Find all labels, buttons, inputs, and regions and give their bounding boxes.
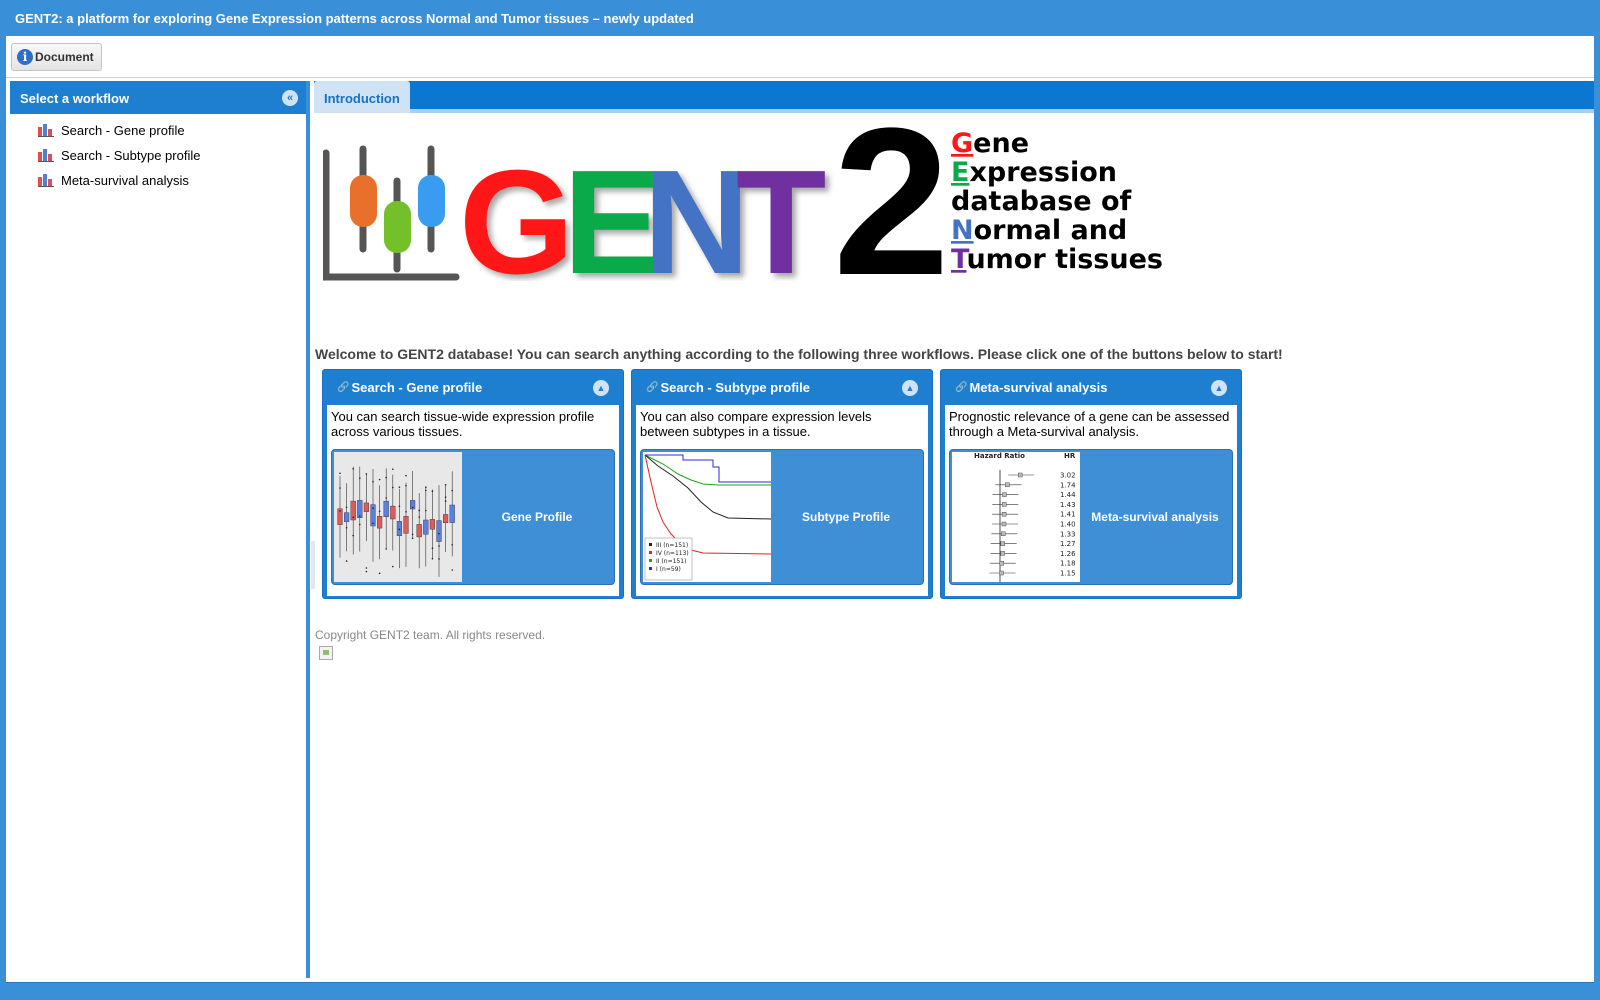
sidebar-item-gene-profile[interactable]: Search - Gene profile [10,118,306,143]
forest-estimate [1001,531,1006,537]
sidebar-item-label: Meta-survival analysis [61,173,189,188]
card-description: Prognostic relevance of a gene can be as… [949,409,1230,439]
document-button[interactable]: i Document [11,43,102,71]
button-label: Subtype Profile [801,510,890,524]
gent2-logo: G E N T 2 Gene Expression database of No… [323,121,1163,281]
copyright-text: Copyright GENT2 team. All rights reserve… [315,628,546,642]
button-label: Meta-survival analysis [1091,510,1219,524]
boxplot-thumbnail [334,452,462,582]
svg-text:II (n=151): II (n=151) [656,558,686,565]
card-header: 🔗 Meta-survival analysis ▲ [945,370,1237,405]
collapse-card-icon[interactable]: ▲ [902,380,918,396]
document-button-label: Document [35,50,94,64]
card-body: You can search tissue-wide expression pr… [327,405,619,596]
sidebar-item-label: Search - Subtype profile [61,148,201,163]
button-label: Gene Profile [501,510,573,524]
main-panel: Introduction G E N T 2 Gene Expression d… [314,81,1594,978]
card-description: You can also compare expression levels b… [640,409,872,439]
forest-hr-label: 1.26 [1060,550,1076,558]
forest-estimate [1001,512,1007,517]
tagline-line-4: Normal and [951,215,1127,246]
window-title: GENT2: a platform for exploring Gene Exp… [15,11,694,26]
logo-letter-2: 2 [833,121,950,281]
workflow-sidebar: Select a workflow « Search - Gene profil… [10,81,310,978]
card-title: Search - Subtype profile [660,380,810,395]
card-header: 🔗 Search - Subtype profile ▲ [636,370,928,405]
collapse-card-icon[interactable]: ▲ [1211,380,1227,396]
svg-text:IV (n=113): IV (n=113) [656,550,689,557]
sidebar-title: Select a workflow [20,91,130,106]
toolbar: i Document [6,36,1594,78]
logo-letter-g: G [459,140,574,281]
meta-survival-button[interactable]: Hazard Ratio HR 3.02 1.74 1.44 1.43 1.41 1.40… [949,449,1233,585]
svg-text:I (n=59): I (n=59) [656,566,681,573]
logo-letter-t: T [736,140,826,281]
bar-chart-icon [38,149,54,162]
forest-estimate [1002,492,1007,497]
forest-hr-label: 1.41 [1060,511,1076,519]
workflow-list: Search - Gene profile Search - Subtype p… [10,114,306,193]
collapse-sidebar-icon[interactable]: « [282,90,298,106]
svg-text:Hazard Ratio: Hazard Ratio [974,452,1025,460]
forest-estimate [999,560,1004,566]
card-gene-profile: 🔗 Search - Gene profile ▲ You can search… [322,369,624,599]
forest-estimate [1005,482,1010,487]
forest-hr-label: 1.74 [1060,481,1076,489]
forest-estimate [1000,551,1005,556]
forest-plot-thumbnail: Hazard Ratio HR 3.021.74 1.44 1.43 1.41 1.40… [952,452,1080,582]
tab-bar: Introduction [314,81,1594,113]
subtype-profile-button[interactable]: III (n=151) IV (n=113) II (n=151) I (n=5… [640,449,924,585]
svg-text:III (n=151): III (n=151) [656,542,688,549]
workflow-icon: 🔗 [337,382,350,393]
card-title: Meta-survival analysis [969,380,1108,395]
bar-chart-icon [38,124,54,137]
content-area: i Document Select a workflow « Search - … [6,36,1594,982]
forest-hr-label: 3.02 [1060,472,1076,480]
bar-chart-icon [38,174,54,187]
welcome-text: Welcome to GENT2 database! You can searc… [315,346,1283,362]
forest-estimate [1002,502,1007,507]
sidebar-item-label: Search - Gene profile [61,123,185,138]
forest-hr-label: 1.15 [1060,570,1076,578]
forest-hr-label: 1.43 [1060,501,1076,509]
tab-introduction[interactable]: Introduction [314,81,410,113]
card-meta-survival: 🔗 Meta-survival analysis ▲ Prognostic re… [940,369,1242,599]
collapse-card-icon[interactable]: ▲ [593,380,609,396]
forest-estimate [1017,472,1023,478]
tagline-line-5: Tumor tissues [951,244,1163,275]
tagline-line-3: database of [951,186,1132,217]
forest-estimate [1001,521,1007,527]
tagline-line-2: Expression [951,157,1117,188]
card-subtype-profile: 🔗 Search - Subtype profile ▲ You can als… [631,369,933,599]
card-header: 🔗 Search - Gene profile ▲ [327,370,619,405]
forest-hr-label: 1.27 [1060,540,1076,548]
card-description: You can search tissue-wide expression pr… [331,409,595,439]
forest-hr-label: 1.44 [1060,491,1076,499]
card-title: Search - Gene profile [351,380,483,395]
forest-hr-label: 1.40 [1060,521,1076,529]
card-body: Prognostic relevance of a gene can be as… [945,405,1237,596]
workflow-icon: 🔗 [955,382,968,393]
workflow-icon: 🔗 [646,382,659,393]
sidebar-header: Select a workflow « [10,81,306,114]
svg-text:HR: HR [1064,452,1076,460]
tagline-line-1: Gene [951,128,1029,159]
info-icon: i [17,49,33,65]
forest-estimate [999,570,1004,576]
status-bar [6,982,1594,1000]
card-body: You can also compare expression levels b… [636,405,928,596]
app-window: GENT2: a platform for exploring Gene Exp… [0,0,1600,1000]
forest-estimate [1000,541,1005,546]
boxplot-logo-icon [323,145,460,281]
survival-curve-thumbnail: III (n=151) IV (n=113) II (n=151) I (n=5… [643,452,771,582]
forest-hr-label: 1.33 [1060,530,1076,538]
forest-hr-label: 1.18 [1060,560,1076,568]
gene-profile-button[interactable]: Gene Profile [331,449,615,585]
logo-letter-n: N [643,140,750,281]
broken-image-icon [319,646,333,660]
sidebar-item-subtype-profile[interactable]: Search - Subtype profile [10,143,306,168]
sidebar-item-meta-survival[interactable]: Meta-survival analysis [10,168,306,193]
